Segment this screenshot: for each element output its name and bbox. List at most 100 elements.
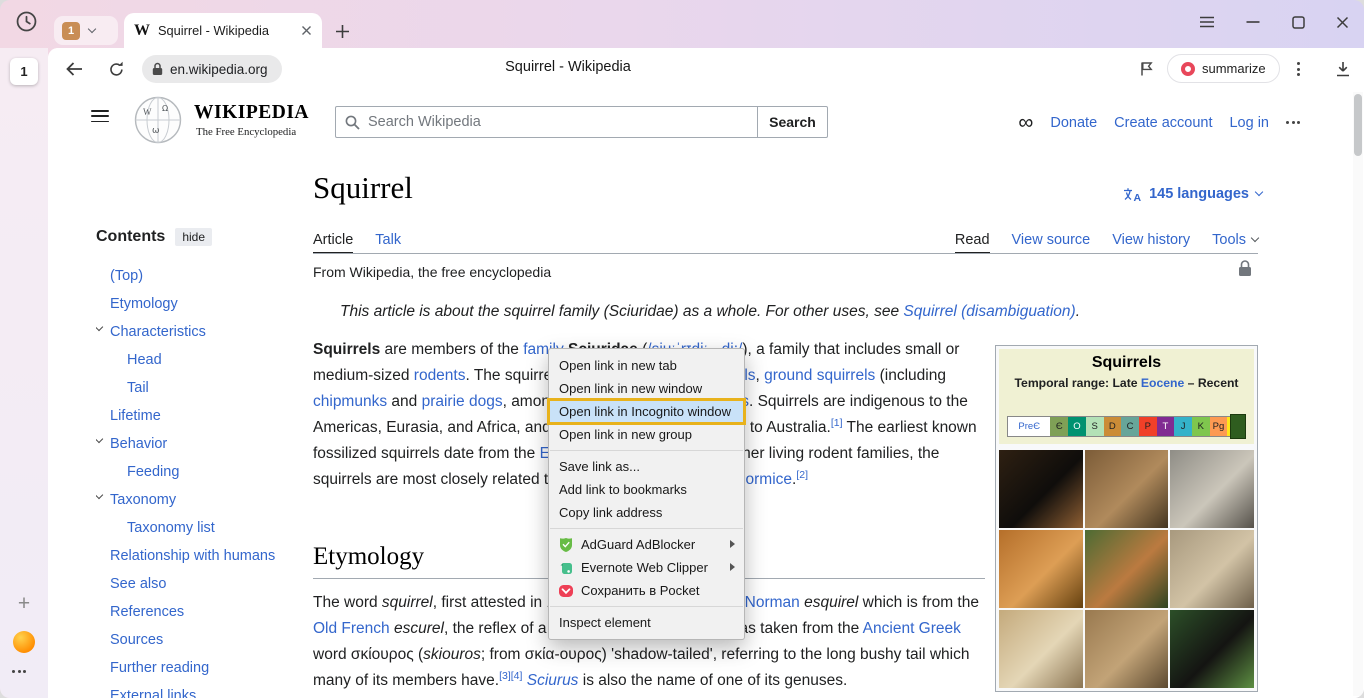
toc-item-characteristics[interactable]: Characteristics <box>96 318 294 346</box>
evernote-elephant-icon <box>558 560 574 576</box>
donate-link[interactable]: Donate <box>1050 115 1097 131</box>
tab-view-history[interactable]: View history <box>1112 227 1190 254</box>
appearance-icon[interactable]: ∞ <box>1018 112 1033 133</box>
tab-group-mini-tab[interactable]: 1 <box>54 16 118 45</box>
timescale-segment-j[interactable]: J <box>1174 417 1192 436</box>
bookmark-flag-icon[interactable] <box>1135 57 1159 81</box>
rail-more-icon[interactable] <box>12 670 26 673</box>
eurasian-red-squirrel-photo[interactable] <box>1085 530 1169 608</box>
timescale-segment-pg[interactable]: Pg <box>1210 417 1228 436</box>
rail-services-icon[interactable] <box>13 631 35 653</box>
context-menu-item-open-link-in-incognito-window[interactable]: Open link in Incognito window <box>549 400 744 423</box>
new-tab-button[interactable] <box>331 20 353 42</box>
toc-item-behavior[interactable]: Behavior <box>96 430 294 458</box>
toc-item-lifetime[interactable]: Lifetime <box>96 402 294 430</box>
languages-button[interactable]: A 145 languages <box>1123 186 1262 202</box>
download-button[interactable] <box>1331 57 1355 81</box>
toolbar-more-icon[interactable] <box>1286 57 1310 81</box>
context-menu-item-open-link-in-new-tab[interactable]: Open link in new tab <box>549 354 744 377</box>
toc-item-further-reading[interactable]: Further reading <box>96 654 294 682</box>
toc-item-external-links[interactable]: External links <box>96 682 294 698</box>
toc-hide-button[interactable]: hide <box>175 228 212 246</box>
page-scrollbar[interactable] <box>1353 92 1363 696</box>
timescale-segment-s[interactable]: S <box>1086 417 1104 436</box>
minimize-button[interactable] <box>1240 9 1266 35</box>
create-account-link[interactable]: Create account <box>1114 115 1212 131</box>
context-menu-item-open-link-in-new-group[interactable]: Open link in new group <box>549 423 744 446</box>
active-tab[interactable]: W Squirrel - Wikipedia <box>124 13 322 48</box>
wiki-search-input[interactable] <box>368 107 753 137</box>
context-menu-item-add-link-to-bookmarks[interactable]: Add link to bookmarks <box>549 478 744 501</box>
close-button[interactable] <box>1329 9 1355 35</box>
article-subtitle: From Wikipedia, the free encyclopedia <box>313 264 551 280</box>
context-menu-item-save-link-as[interactable]: Save link as... <box>549 455 744 478</box>
prairie-dog-pair-photo[interactable] <box>1085 610 1169 688</box>
chevron-down-icon[interactable] <box>96 323 103 331</box>
context-menu-item-сохранить-в-pocket[interactable]: Сохранить в Pocket <box>549 579 744 602</box>
red-squirrel-photo[interactable] <box>999 530 1083 608</box>
timescale-segment-o[interactable]: O <box>1068 417 1086 436</box>
wikipedia-wordmark[interactable]: WIKIPEDIA <box>194 102 309 124</box>
gray-squirrel-photo[interactable] <box>1170 450 1254 528</box>
history-clock-icon[interactable] <box>13 8 39 34</box>
tab-talk[interactable]: Talk <box>375 227 401 254</box>
protection-lock-icon[interactable] <box>1238 260 1252 277</box>
context-menu-item-copy-link-address[interactable]: Copy link address <box>549 501 744 524</box>
summarize-button[interactable]: summarize <box>1167 54 1280 83</box>
toc-item-taxonomy[interactable]: Taxonomy <box>96 486 294 514</box>
context-menu-item-open-link-in-new-window[interactable]: Open link in new window <box>549 377 744 400</box>
tab-tools[interactable]: Tools <box>1212 227 1258 254</box>
toc-item-label: References <box>110 604 184 620</box>
toc-item-etymology[interactable]: Etymology <box>96 290 294 318</box>
maximize-button[interactable] <box>1285 9 1311 35</box>
wiki-search-button[interactable]: Search <box>758 106 828 138</box>
context-menu-item-inspect-element[interactable]: Inspect element <box>549 611 744 634</box>
black-giant-squirrel-photo[interactable] <box>1170 610 1254 688</box>
toc-item-taxonomy-list[interactable]: Taxonomy list <box>96 514 294 542</box>
scrollbar-thumb[interactable] <box>1354 94 1362 156</box>
toc-item-top[interactable]: (Top) <box>96 262 294 290</box>
timescale-segment-є[interactable]: Є <box>1050 417 1068 436</box>
browser-menu-icon[interactable] <box>1194 9 1220 35</box>
reload-button[interactable] <box>104 57 128 81</box>
chevron-down-icon[interactable] <box>96 491 103 499</box>
back-button[interactable] <box>62 57 86 81</box>
timescale-segment-p[interactable]: P <box>1139 417 1157 436</box>
toc-item-relationship-with-humans[interactable]: Relationship with humans <box>96 542 294 570</box>
unstriped-ground-squirrel-photo[interactable] <box>999 610 1083 688</box>
tab-read[interactable]: Read <box>955 227 990 254</box>
infobox-header: Squirrels Temporal range: Late Eocene – … <box>999 349 1254 444</box>
toc-item-label: Characteristics <box>110 324 206 340</box>
timescale-segment-t[interactable]: T <box>1157 417 1175 436</box>
timescale-segment-c[interactable]: C <box>1121 417 1139 436</box>
toc-item-head[interactable]: Head <box>96 346 294 374</box>
wikipedia-logo-globe[interactable]: W Ω ω <box>133 95 183 145</box>
rail-add-button[interactable]: + <box>13 593 35 615</box>
toc-item-see-also[interactable]: See also <box>96 570 294 598</box>
hatnote: This article is about the squirrel famil… <box>340 303 1080 321</box>
context-menu-item-evernote-web-clipper[interactable]: Evernote Web Clipper <box>549 556 744 579</box>
infobox: Squirrels Temporal range: Late Eocene – … <box>995 345 1258 692</box>
tab-view-source[interactable]: View source <box>1012 227 1091 254</box>
prevosts-squirrel-photo[interactable] <box>999 450 1083 528</box>
chipmunk-photo[interactable] <box>1085 450 1169 528</box>
timescale-segment-d[interactable]: D <box>1104 417 1122 436</box>
wiki-search-box[interactable] <box>335 106 758 138</box>
timescale-segment-preє[interactable]: PreЄ <box>1008 417 1050 436</box>
tab-close-icon[interactable] <box>301 25 312 36</box>
toc-item-feeding[interactable]: Feeding <box>96 458 294 486</box>
toc-item-references[interactable]: References <box>96 598 294 626</box>
url-bar[interactable]: en.wikipedia.org <box>142 55 282 83</box>
timescale-segment-k[interactable]: K <box>1192 417 1210 436</box>
tab-article[interactable]: Article <box>313 227 353 254</box>
header-more-icon[interactable] <box>1286 121 1300 124</box>
menu-item-label: Open link in new group <box>559 427 692 442</box>
chevron-down-icon[interactable] <box>96 435 103 443</box>
toc-item-sources[interactable]: Sources <box>96 626 294 654</box>
wiki-menu-icon[interactable] <box>91 110 109 122</box>
ground-squirrel-photo[interactable] <box>1170 530 1254 608</box>
toc-item-tail[interactable]: Tail <box>96 374 294 402</box>
context-menu-item-adguard-adblocker[interactable]: AdGuard AdBlocker <box>549 533 744 556</box>
login-link[interactable]: Log in <box>1229 115 1269 131</box>
rail-tab-indicator[interactable]: 1 <box>10 58 38 85</box>
